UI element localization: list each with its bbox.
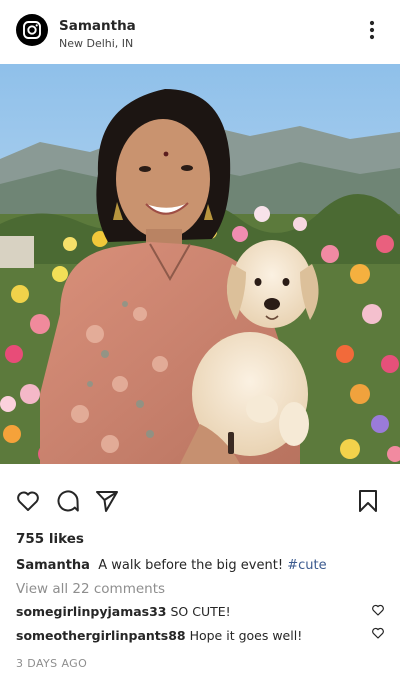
caption-hashtag[interactable]: #cute bbox=[287, 558, 326, 573]
post-image[interactable] bbox=[0, 64, 400, 464]
like-count[interactable]: 755 likes bbox=[16, 531, 84, 547]
instagram-logo-icon bbox=[23, 21, 41, 39]
more-vertical-icon[interactable] bbox=[362, 18, 382, 42]
post-timestamp: 3 DAYS AGO bbox=[16, 657, 88, 670]
comment-item: somegirlinpyjamas33 SO CUTE! bbox=[16, 604, 231, 619]
heart-outline-icon[interactable] bbox=[15, 488, 41, 514]
comment-like-icon[interactable] bbox=[371, 626, 385, 640]
comment-username[interactable]: someothergirlinpants88 bbox=[16, 628, 186, 643]
comment-text: SO CUTE! bbox=[170, 604, 231, 619]
view-all-comments-link[interactable]: View all 22 comments bbox=[16, 581, 165, 597]
post-header: Samantha New Delhi, IN bbox=[0, 0, 400, 64]
comment-text: Hope it goes well! bbox=[189, 628, 303, 643]
post-caption: Samantha A walk before the big event! #c… bbox=[16, 558, 327, 573]
post-photo bbox=[0, 64, 400, 464]
caption-text: A walk before the big event! bbox=[98, 558, 284, 573]
send-icon[interactable] bbox=[94, 488, 120, 514]
comment-like-icon[interactable] bbox=[371, 603, 385, 617]
caption-username[interactable]: Samantha bbox=[16, 558, 90, 573]
comment-username[interactable]: somegirlinpyjamas33 bbox=[16, 604, 167, 619]
avatar[interactable] bbox=[16, 14, 48, 46]
comment-item: someothergirlinpants88 Hope it goes well… bbox=[16, 628, 302, 643]
author-location[interactable]: New Delhi, IN bbox=[59, 37, 133, 50]
post-actions bbox=[0, 484, 400, 518]
bookmark-icon[interactable] bbox=[355, 488, 381, 514]
comment-icon[interactable] bbox=[55, 488, 81, 514]
author-username[interactable]: Samantha bbox=[59, 18, 136, 34]
